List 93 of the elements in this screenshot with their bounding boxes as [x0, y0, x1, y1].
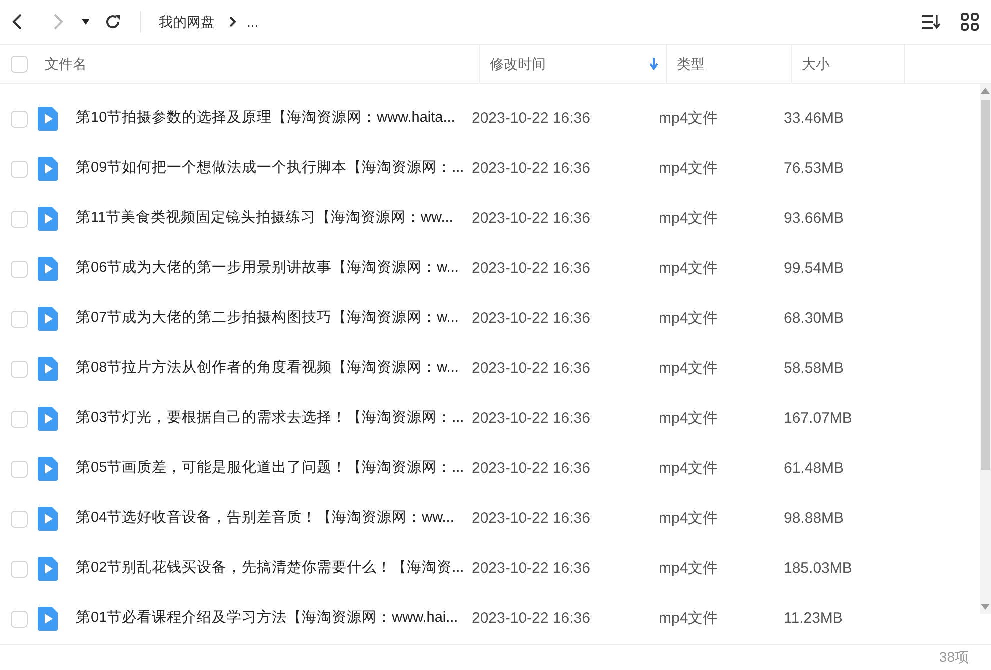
file-name[interactable]: 第01节必看课程介绍及学习方法【海淘资源网：www.hai...: [58, 608, 462, 630]
grid-view-icon[interactable]: [961, 13, 979, 31]
modified-time: 2023-10-22 16:36: [471, 358, 592, 379]
file-type: mp4文件: [658, 608, 720, 629]
video-file-icon: [38, 157, 58, 181]
checkbox[interactable]: [10, 210, 28, 228]
file-row[interactable]: 第04节选好收音设备，告别差音质！【海淘资源网：ww... 2023-10-22 16:36 mp4文件 98.88MB: [0, 494, 980, 544]
video-file-icon: [38, 107, 58, 131]
video-file-icon: [38, 507, 58, 531]
checkbox[interactable]: [10, 110, 28, 128]
checkbox[interactable]: [10, 56, 28, 72]
file-name[interactable]: 第07节成为大佬的第二步拍摄构图技巧【海淘资源网：w...: [58, 308, 462, 330]
modified-time: 2023-10-22 16:36: [471, 108, 592, 129]
column-header[interactable]: 修改时间: [480, 45, 667, 83]
file-type: mp4文件: [658, 408, 720, 429]
file-type: mp4文件: [658, 458, 720, 479]
file-name[interactable]: 第02节别乱花钱买设备，先搞清楚你需要什么！【海淘资...: [58, 558, 462, 580]
dropdown-icon[interactable]: [82, 19, 90, 25]
file-name[interactable]: 第09节如何把一个想做法成一个执行脚本【海淘资源网：...: [58, 158, 462, 180]
modified-time: 2023-10-22 16:36: [471, 508, 592, 529]
scrollbar[interactable]: [980, 84, 991, 614]
file-name[interactable]: 第05节画质差，可能是服化道出了问题！【海淘资源网：...: [58, 458, 462, 480]
refresh-icon[interactable]: [104, 13, 122, 31]
file-name[interactable]: 第11节美食类视频固定镜头拍摄练习【海淘资源网：ww...: [58, 208, 462, 230]
file-row[interactable]: 第08节拉片方法从创作者的角度看视频【海淘资源网：w... 2023-10-22 16:36 mp4文件 58.58MB: [0, 344, 980, 394]
breadcrumb-item[interactable]: ...: [247, 12, 259, 32]
file-type: mp4文件: [658, 158, 720, 179]
file-size: 33.46MB: [783, 108, 846, 129]
file-row[interactable]: 第02节别乱花钱买设备，先搞清楚你需要什么！【海淘资... 2023-10-22 16:36 mp4文件 185.03MB: [0, 544, 980, 594]
file-row[interactable]: 第03节灯光，要根据自己的需求去选择！【海淘资源网：... 2023-10-22 16:36 mp4文件 167.07MB: [0, 394, 980, 444]
file-row[interactable]: 第06节成为大佬的第一步用景别讲故事【海淘资源网：w... 2023-10-22 16:36 mp4文件 99.54MB: [0, 244, 980, 294]
modified-time: 2023-10-22 16:36: [471, 158, 592, 179]
file-type: mp4文件: [658, 508, 720, 529]
file-row[interactable]: 第07节成为大佬的第二步拍摄构图技巧【海淘资源网：w... 2023-10-22 16:36 mp4文件 68.30MB: [0, 294, 980, 344]
file-size: 185.03MB: [783, 558, 854, 579]
scroll-down-icon[interactable]: [981, 604, 990, 610]
item-count: 38项: [939, 648, 969, 667]
file-size: 58.58MB: [783, 358, 846, 379]
file-type: mp4文件: [658, 258, 720, 279]
file-size: 11.23MB: [783, 608, 844, 629]
file-size: 61.48MB: [783, 458, 846, 479]
file-row[interactable]: 第05节画质差，可能是服化道出了问题！【海淘资源网：... 2023-10-22 16:36 mp4文件 61.48MB: [0, 444, 980, 494]
file-size: 76.53MB: [783, 158, 846, 179]
checkbox[interactable]: [10, 610, 28, 628]
modified-time: 2023-10-22 16:36: [471, 608, 592, 629]
checkbox[interactable]: [10, 260, 28, 278]
scroll-up-icon[interactable]: [981, 88, 990, 94]
checkbox[interactable]: [10, 160, 28, 178]
file-row[interactable]: 第09节如何把一个想做法成一个执行脚本【海淘资源网：... 2023-10-22 16:36 mp4文件 76.53MB: [0, 144, 980, 194]
file-size: 98.88MB: [783, 508, 846, 529]
modified-time: 2023-10-22 16:36: [471, 558, 592, 579]
column-header[interactable]: 大小: [792, 45, 905, 83]
file-row[interactable]: 第01节必看课程介绍及学习方法【海淘资源网：www.hai... 2023-10-22 16:36 mp4文件 11.23MB: [0, 594, 980, 644]
checkbox[interactable]: [10, 360, 28, 378]
checkbox[interactable]: [10, 310, 28, 328]
column-header[interactable]: 文件名: [38, 45, 480, 83]
file-size: 68.30MB: [783, 308, 846, 329]
file-name[interactable]: 第08节拉片方法从创作者的角度看视频【海淘资源网：w...: [58, 358, 462, 380]
video-file-icon: [38, 257, 58, 281]
file-size: 99.54MB: [783, 258, 846, 279]
file-name[interactable]: 第04节选好收音设备，告别差音质！【海淘资源网：ww...: [58, 508, 462, 530]
file-row[interactable]: 第11节美食类视频固定镜头拍摄练习【海淘资源网：ww... 2023-10-22 16:36 mp4文件 93.66MB: [0, 194, 980, 244]
checkbox[interactable]: [10, 510, 28, 528]
modified-time: 2023-10-22 16:36: [471, 208, 592, 229]
file-name[interactable]: 第03节灯光，要根据自己的需求去选择！【海淘资源网：...: [58, 408, 462, 430]
column-header[interactable]: 类型: [667, 45, 792, 83]
file-name[interactable]: 第06节成为大佬的第一步用景别讲故事【海淘资源网：w...: [58, 258, 462, 280]
modified-time: 2023-10-22 16:36: [471, 408, 592, 429]
file-size: 93.66MB: [783, 208, 846, 229]
modified-time: 2023-10-22 16:36: [471, 308, 592, 329]
file-type: mp4文件: [658, 558, 720, 579]
file-type: mp4文件: [658, 308, 720, 329]
checkbox[interactable]: [10, 560, 28, 578]
file-name[interactable]: 第10节拍摄参数的选择及原理【海淘资源网：www.haita...: [58, 108, 462, 130]
file-size: 167.07MB: [783, 408, 854, 429]
checkbox[interactable]: [10, 460, 28, 478]
video-file-icon: [38, 407, 58, 431]
chevron-icon: [229, 16, 237, 28]
sort-icon[interactable]: [921, 14, 941, 30]
video-file-icon: [38, 557, 58, 581]
modified-time: 2023-10-22 16:36: [471, 458, 592, 479]
file-type: mp4文件: [658, 358, 720, 379]
video-file-icon: [38, 307, 58, 331]
video-file-icon: [38, 457, 58, 481]
breadcrumb-item[interactable]: 我的网盘: [159, 12, 215, 32]
video-file-icon: [38, 207, 58, 231]
file-type: mp4文件: [658, 108, 720, 129]
file-type: mp4文件: [658, 208, 720, 229]
video-file-icon: [38, 357, 58, 381]
modified-time: 2023-10-22 16:36: [471, 258, 592, 279]
file-row[interactable]: 第10节拍摄参数的选择及原理【海淘资源网：www.haita... 2023-10-22 16:36 mp4文件 33.46MB: [0, 94, 980, 144]
checkbox[interactable]: [10, 410, 28, 428]
video-file-icon: [38, 607, 58, 631]
